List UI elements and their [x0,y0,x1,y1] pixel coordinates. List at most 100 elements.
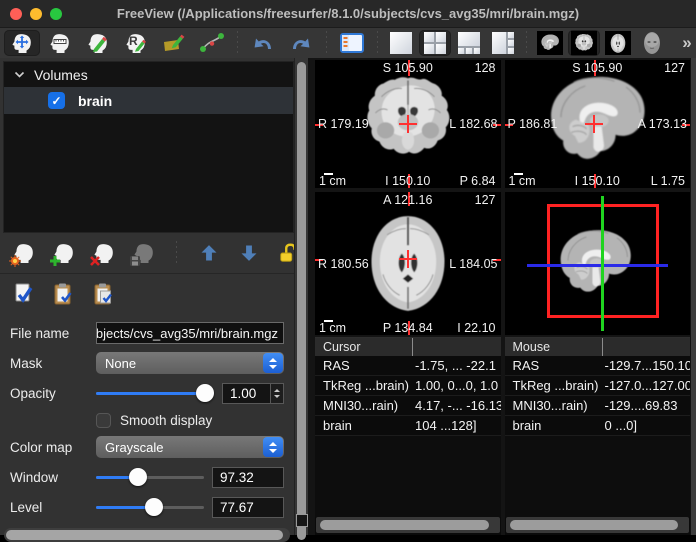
tree-volumes-header[interactable]: Volumes [4,62,293,87]
mouse-panel-scrollbar[interactable] [506,517,690,533]
level-value-field[interactable]: 77.67 [212,497,284,518]
recon-r-glyph: R [129,34,138,48]
scrollbar-corner [296,514,308,527]
tree-volumes-label: Volumes [34,67,88,83]
paste-settings-all-icon [93,282,115,306]
window-row: Window 97.32 [0,462,294,492]
recon-edit-tool-button[interactable]: R [118,30,154,56]
sidebar-vertical-scrollbar[interactable] [294,58,308,535]
layout-1-and-3-side-button[interactable] [487,30,519,56]
close-button[interactable] [10,8,22,20]
layout-2x2-button[interactable] [419,30,451,56]
smooth-display-checkbox[interactable] [96,413,111,428]
minimize-button[interactable] [30,8,42,20]
view-3d-button[interactable] [636,30,668,56]
table-row: MNI30...rain) 4.17, -... -16.13 [315,396,501,416]
chevron-down-icon [14,71,25,78]
voxel-edit-tool-button[interactable] [80,30,116,56]
navigate-tool-button[interactable] [4,30,40,56]
opacity-slider-knob[interactable] [196,384,214,402]
brain-visibility-checkbox[interactable]: ✓ [48,92,65,109]
opacity-slider[interactable] [96,383,214,403]
cursor-scroll-thumb[interactable] [320,520,489,530]
measure-tool-button[interactable] [42,30,78,56]
redo-button[interactable] [283,30,319,56]
sagittal-posterior-label: P 186.81 [508,117,558,131]
opacity-spinbox: 1.00 [222,383,284,404]
mouse-header-label: Mouse [505,338,603,356]
file-name-field[interactable]: bjects/cvs_avg35/mri/brain.mgz [96,322,284,344]
axial-right-label: R 180.56 [318,257,369,271]
sagittal-view-icon [537,31,563,55]
move-layer-down-button[interactable] [231,238,267,268]
layer-tree: Volumes ✓ brain [3,61,294,233]
spin-stepper-icon[interactable] [270,383,284,404]
opacity-value-field[interactable]: 1.00 [222,383,270,404]
head-measure-icon [48,31,72,55]
x-badge-icon [89,255,101,267]
coronal-plane-line [601,196,604,331]
toggle-control-panel-button[interactable] [334,30,370,56]
copy-settings-button[interactable] [6,279,42,309]
axial-posterior-label: P 134.84 [383,321,433,335]
viewport-right-scrollbar[interactable] [690,58,696,535]
sidebar-vscroll-thumb[interactable] [297,62,306,540]
load-volume-button[interactable] [6,238,42,268]
coronal-inferior-label: I 150.10 [385,174,430,188]
new-volume-button[interactable] [46,238,82,268]
axial-plane-line [527,264,669,267]
zoom-button[interactable] [50,8,62,20]
paste-settings-all-button[interactable] [86,279,122,309]
view-coronal-button[interactable] [568,30,600,56]
move-layer-up-button[interactable] [191,238,227,268]
axial-left-label: L 184.05 [449,257,497,271]
head-close-icon [92,241,116,265]
level-slider[interactable] [96,497,204,517]
view-sagittal-button[interactable] [534,30,566,56]
window-value-field[interactable]: 97.32 [212,467,284,488]
window-slider-knob[interactable] [129,468,147,486]
sagittal-view[interactable]: S 105.90 127 P 186.81 A 173.13 I 150.10 … [505,60,691,188]
plus-badge-icon [49,255,61,267]
head-voxel-edit-icon [86,31,110,55]
axial-scale-label: 1 cm [319,321,346,335]
crosshair-icon [407,115,409,133]
undo-button[interactable] [245,30,281,56]
point-set-edit-tool-button[interactable] [194,30,230,56]
paste-settings-button[interactable] [46,279,82,309]
axial-view[interactable]: A 121.16 127 R 180.56 L 184.05 P 134.84 … [315,192,501,335]
window-slider[interactable] [96,467,204,487]
level-slider-knob[interactable] [145,498,163,516]
save-volume-button[interactable] [126,238,162,268]
sagittal-anterior-label: A 173.13 [638,117,687,131]
sidebar-hscroll-thumb[interactable] [6,530,283,540]
coronal-scale-label: 1 cm [319,174,346,188]
more-tools-button[interactable]: » [670,30,696,56]
head-navigate-icon [10,31,34,55]
table-row: brain 0 ...0] [505,416,691,436]
table-row: RAS -129.7...150.10 [505,356,691,376]
roi-edit-tool-button[interactable] [156,30,192,56]
crosshair-icon [407,250,409,268]
layout-1-and-3-side-icon [492,32,514,54]
three-d-view[interactable] [505,192,691,335]
layout-1x1-button[interactable] [385,30,417,56]
color-map-dropdown[interactable]: Grayscale [96,436,284,458]
close-volume-button[interactable] [86,238,122,268]
mask-dropdown[interactable]: None [96,352,284,374]
axial-anterior-label: A 121.16 [383,193,432,207]
coronal-slice-number: 128 [475,61,496,75]
toolbar-separator [524,31,529,55]
layout-1-and-3-button[interactable] [453,30,485,56]
floppy-badge-icon [129,255,141,267]
view-axial-button[interactable] [602,30,634,56]
mouse-scroll-thumb[interactable] [510,520,679,530]
tree-item-brain[interactable]: ✓ brain [4,87,293,114]
sidebar-horizontal-scrollbar[interactable] [4,528,290,542]
arrow-down-icon [239,242,259,264]
head-3d-icon [642,31,662,55]
cursor-panel-scrollbar[interactable] [316,517,500,533]
coronal-view[interactable]: S 105.90 128 R 179.19 L 182.68 I 150.10 … [315,60,501,188]
paste-settings-icon [53,282,75,306]
coronal-right-label: R 179.19 [318,117,369,131]
